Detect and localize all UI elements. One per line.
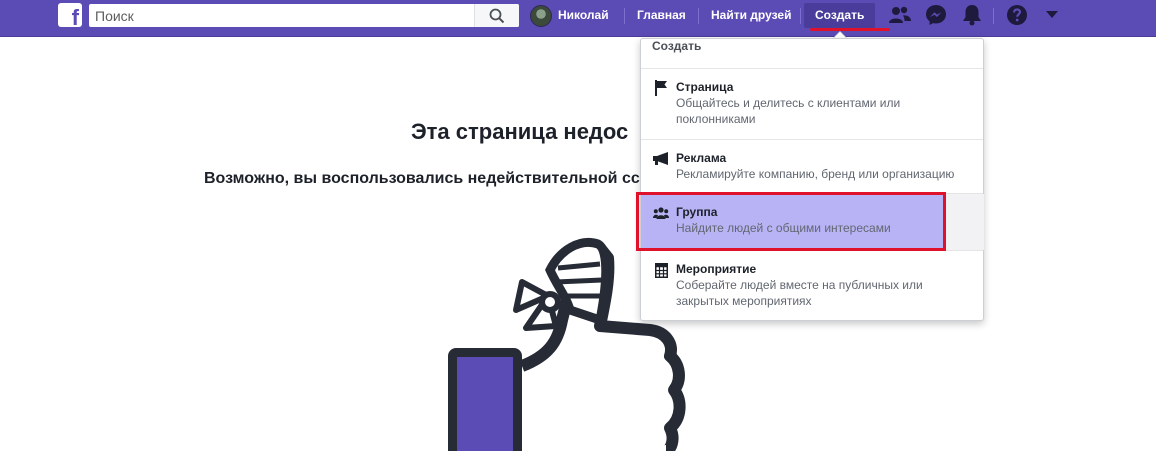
page-subtitle: Возможно, вы воспользовались недействите… (204, 170, 640, 187)
friend-requests-button[interactable] (888, 4, 912, 26)
annotation-underline (810, 28, 890, 31)
search-icon (489, 8, 505, 23)
menu-item-ad[interactable]: Реклама Рекламируйте компанию, бренд или… (641, 140, 983, 194)
facebook-logo-letter: f (71, 5, 79, 28)
menu-item-description: поклонниками (676, 112, 756, 126)
search-box (89, 4, 519, 27)
account-menu-button[interactable] (1040, 4, 1064, 26)
help-icon (1007, 5, 1027, 25)
top-navigation-bar: f Николай Главная Найти друзей Создать (0, 0, 1156, 37)
nav-divider (993, 8, 994, 24)
highlight-row-background (944, 194, 984, 250)
menu-item-page[interactable]: Страница Общайтесь и делитесь с клиентам… (641, 69, 983, 140)
menu-item-description: Соберайте людей вместе на публичных или (676, 278, 923, 292)
dropdown-header: Создать (641, 39, 983, 69)
annotation-highlight-frame (636, 192, 946, 251)
menu-item-description: Общайтесь и делитесь с клиентами или (676, 96, 901, 110)
profile-name: Николай (558, 8, 609, 22)
facebook-logo[interactable]: f (58, 3, 82, 27)
messenger-button[interactable] (924, 4, 948, 26)
bell-icon (963, 5, 981, 26)
nav-divider (800, 8, 801, 24)
notifications-button[interactable] (960, 4, 984, 26)
help-button[interactable] (1005, 4, 1029, 26)
menu-item-event[interactable]: Мероприятие Соберайте людей вместе на пу… (641, 250, 983, 321)
menu-item-description: закрытых мероприятиях (676, 294, 812, 308)
find-friends-link[interactable]: Найти друзей (705, 3, 797, 28)
menu-item-title: Реклама (676, 151, 727, 165)
nav-divider (698, 8, 699, 24)
search-input[interactable] (89, 4, 474, 27)
calendar-icon (653, 262, 669, 278)
caret-down-icon (1046, 11, 1058, 18)
megaphone-icon (653, 151, 669, 167)
messenger-icon (926, 5, 946, 25)
avatar (530, 4, 552, 27)
create-dropdown-menu: Создать Страница Общайтесь и делитесь с … (640, 38, 984, 321)
friends-icon (889, 6, 911, 23)
menu-item-title: Мероприятие (676, 262, 757, 276)
create-button[interactable]: Создать (804, 3, 876, 28)
page-title: Эта страница недос (411, 119, 629, 144)
nav-divider (624, 8, 625, 24)
profile-link[interactable]: Николай (530, 3, 615, 28)
flag-icon (653, 80, 669, 96)
menu-item-title: Страница (676, 80, 734, 94)
menu-item-description: Рекламируйте компанию, бренд или организ… (676, 167, 955, 181)
search-button[interactable] (474, 4, 519, 27)
home-link[interactable]: Главная (631, 3, 692, 28)
